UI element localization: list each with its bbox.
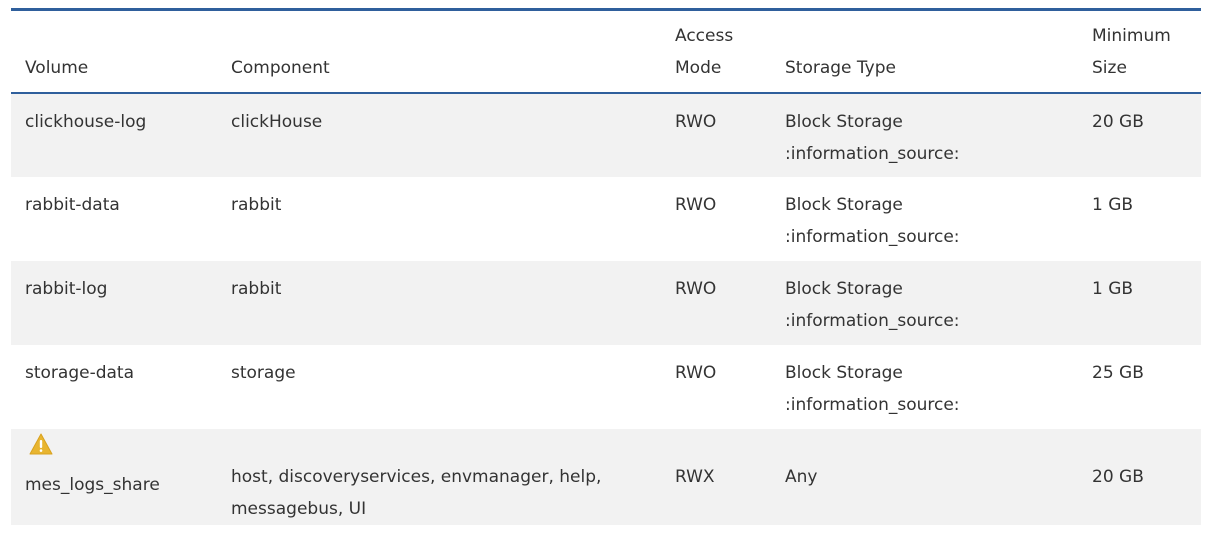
- table-row: mes_logs_share host, discoveryservices, …: [11, 429, 1201, 525]
- storage-note-text: :information_source:: [785, 311, 960, 331]
- storage-type-text: Block Storage: [785, 112, 903, 132]
- component-line1: host, discoveryservices, envmanager, hel…: [231, 467, 602, 487]
- header-component-label: Component: [231, 58, 330, 78]
- table-row: rabbit-log rabbit RWO Block Storage :inf…: [11, 261, 1201, 345]
- header-storage-type-label: Storage Type: [785, 58, 896, 78]
- cell-storage-type: Block Storage :information_source:: [771, 345, 1051, 429]
- cell-storage-type: Block Storage :information_source:: [771, 177, 1051, 261]
- cell-access-mode: RWO: [661, 93, 771, 177]
- cell-volume: mes_logs_share: [11, 429, 217, 525]
- header-access-mode-line1: Access: [675, 26, 734, 46]
- cell-storage-type: Any: [771, 429, 1051, 525]
- header-volume: Volume: [11, 11, 217, 94]
- header-minimum-size-label: Minimum Size: [1092, 26, 1171, 78]
- table-row: storage-data storage RWO Block Storage :…: [11, 345, 1201, 429]
- table-row: rabbit-data rabbit RWO Block Storage :in…: [11, 177, 1201, 261]
- header-volume-label: Volume: [25, 58, 89, 78]
- cell-volume: clickhouse-log: [11, 93, 217, 177]
- header-storage-type: Storage Type: [771, 11, 1051, 94]
- storage-type-text: Block Storage: [785, 279, 903, 299]
- header-access-mode: Access Mode: [661, 11, 771, 94]
- header-access-mode-line2: Mode: [675, 58, 722, 78]
- warning-icon: [25, 431, 217, 469]
- component-line2: messagebus, UI: [231, 499, 367, 519]
- cell-component: host, discoveryservices, envmanager, hel…: [217, 429, 661, 525]
- cell-volume: rabbit-log: [11, 261, 217, 345]
- cell-volume: rabbit-data: [11, 177, 217, 261]
- storage-note-text: :information_source:: [785, 395, 960, 415]
- cell-access-mode: RWO: [661, 261, 771, 345]
- table-row: clickhouse-log clickHouse RWO Block Stor…: [11, 93, 1201, 177]
- cell-component: rabbit: [217, 177, 661, 261]
- cell-access-mode: RWX: [661, 429, 771, 525]
- cell-minimum-size: 20 GB: [1051, 93, 1201, 177]
- cell-minimum-size: 20 GB: [1051, 429, 1201, 525]
- cell-minimum-size: 1 GB: [1051, 177, 1201, 261]
- cell-component: storage: [217, 345, 661, 429]
- storage-type-text: Block Storage: [785, 363, 903, 383]
- cell-minimum-size: 25 GB: [1051, 345, 1201, 429]
- header-component: Component: [217, 11, 661, 94]
- header-access-mode-label: Access Mode: [675, 20, 771, 92]
- cell-component: clickHouse: [217, 93, 661, 177]
- cell-minimum-size: 1 GB: [1051, 261, 1201, 345]
- cell-access-mode: RWO: [661, 177, 771, 261]
- cell-component: rabbit: [217, 261, 661, 345]
- storage-note-text: :information_source:: [785, 227, 960, 247]
- volume-name: mes_logs_share: [25, 475, 160, 495]
- header-row: Volume Component Access Mode Storage Typ…: [11, 11, 1201, 94]
- table-header: Volume Component Access Mode Storage Typ…: [11, 11, 1201, 94]
- cell-storage-type: Block Storage :information_source:: [771, 261, 1051, 345]
- storage-type-text: Block Storage: [785, 195, 903, 215]
- volumes-table: Volume Component Access Mode Storage Typ…: [11, 11, 1201, 525]
- cell-storage-type: Block Storage :information_source:: [771, 93, 1051, 177]
- cell-access-mode: RWO: [661, 345, 771, 429]
- table-body: clickhouse-log clickHouse RWO Block Stor…: [11, 93, 1201, 525]
- header-minimum-size: Minimum Size: [1051, 11, 1201, 94]
- storage-note-text: :information_source:: [785, 144, 960, 164]
- cell-volume: storage-data: [11, 345, 217, 429]
